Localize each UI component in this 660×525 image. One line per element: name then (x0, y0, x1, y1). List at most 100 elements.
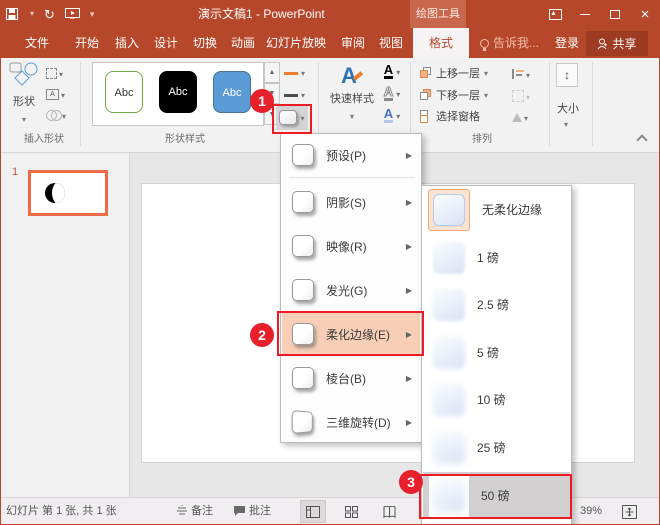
sign-in-button[interactable]: 登录 (546, 28, 588, 58)
submenu-item-2-5pt[interactable]: 2.5 磅 (423, 281, 570, 328)
redo-button[interactable] (44, 8, 55, 21)
edit-shape-button[interactable] (46, 64, 74, 82)
glow-effect-icon (292, 279, 314, 301)
slide-sorter-icon (345, 506, 358, 518)
shapes-icon (9, 62, 39, 88)
shape-outline-button[interactable] (282, 84, 312, 104)
annotation-step-3: 3 (399, 470, 423, 494)
share-button[interactable]: 共享 (586, 31, 648, 56)
selection-pane-button[interactable]: 选择窗格 (420, 108, 480, 124)
rotate-icon (512, 113, 522, 122)
undo-button[interactable] (28, 10, 34, 18)
close-button[interactable] (634, 5, 656, 23)
collapse-ribbon-icon[interactable] (636, 134, 647, 145)
submenu-arrow-icon (406, 374, 412, 383)
tab-design[interactable]: 设计 (144, 28, 188, 58)
preset-effect-icon (292, 144, 314, 166)
person-plus-icon (597, 38, 608, 50)
bevel-effect-icon (292, 367, 314, 389)
menu-item-shadow[interactable]: 阴影(S) (282, 180, 420, 224)
menu-item-reflection[interactable]: 映像(R) (282, 224, 420, 268)
annotation-step-2: 2 (250, 323, 274, 347)
annotation-box-effects-button (272, 104, 312, 134)
reading-view-button[interactable] (376, 500, 402, 523)
shape-style-2[interactable]: Abc (159, 71, 197, 113)
menu-separator (289, 177, 415, 178)
ribbon-display-options-button[interactable] (544, 5, 566, 23)
gallery-scroll-up-button[interactable]: ▲ (264, 62, 280, 83)
submenu-item-1pt[interactable]: 1 磅 (423, 234, 570, 281)
submenu-item-25pt[interactable]: 25 磅 (423, 424, 570, 471)
moon-shape (45, 183, 65, 203)
rotate-button[interactable] (512, 108, 540, 126)
shape-style-3[interactable]: Abc (213, 71, 251, 113)
tab-transitions[interactable]: 切换 (184, 28, 226, 58)
save-icon[interactable] (6, 8, 18, 20)
comments-button[interactable]: 批注 (249, 498, 271, 525)
submenu-item-no-soft-edges[interactable]: 无柔化边缘 (423, 186, 570, 233)
start-slideshow-button[interactable] (65, 8, 80, 20)
submenu-item-5pt[interactable]: 5 磅 (423, 329, 570, 376)
text-box-button[interactable]: A (46, 85, 74, 103)
group-button (512, 87, 540, 105)
lightbulb-icon (480, 39, 489, 48)
shapes-gallery-button[interactable]: 形状 (6, 62, 42, 126)
soft-edge-25pt-icon (433, 432, 465, 464)
annotation-step-1: 1 (250, 89, 274, 113)
no-soft-edges-icon (433, 194, 465, 226)
maximize-button[interactable] (604, 5, 626, 23)
submenu-item-10pt[interactable]: 10 磅 (423, 376, 570, 423)
tell-me-box[interactable]: 告诉我... (480, 28, 539, 58)
slide-thumbnail[interactable] (28, 170, 108, 216)
tab-file[interactable]: 文件 (15, 28, 59, 58)
text-fill-button[interactable]: A (380, 62, 404, 80)
normal-view-icon (306, 506, 320, 518)
shape-fill-button[interactable] (282, 62, 312, 82)
menu-item-preset[interactable]: 预设(P) (282, 136, 420, 174)
size-button[interactable]: ↕ (556, 63, 578, 87)
align-button[interactable] (512, 65, 540, 83)
merge-shapes-button[interactable] (46, 106, 74, 124)
shape-style-1[interactable]: Abc (105, 71, 143, 113)
bring-forward-icon (420, 67, 432, 79)
selection-pane-icon (420, 110, 432, 122)
zoom-level-label[interactable]: 39% (580, 498, 602, 525)
submenu-arrow-icon (406, 286, 412, 295)
menu-item-3d-rotation[interactable]: 三维旋转(D) (282, 400, 420, 444)
shape-fill-icon (284, 70, 298, 75)
group-objects-icon (512, 90, 524, 102)
send-backward-icon (420, 89, 432, 101)
minimize-button[interactable] (574, 5, 596, 23)
text-effects-button[interactable]: A (380, 106, 404, 124)
notes-button[interactable]: 备注 (191, 498, 213, 525)
title-bar: 演示文稿1 - PowerPoint 绘图工具 (0, 0, 660, 28)
tab-insert[interactable]: 插入 (106, 28, 148, 58)
tab-format[interactable]: 格式 (413, 28, 469, 58)
tab-view[interactable]: 视图 (369, 28, 413, 58)
reflection-effect-icon (292, 235, 314, 257)
ribbon-tab-bar: 文件 开始 插入 设计 切换 动画 幻灯片放映 审阅 视图 格式 告诉我... … (0, 28, 660, 58)
slide-sorter-view-button[interactable] (338, 500, 364, 523)
slide-info-label: 幻灯片 第 1 张, 共 1 张 (6, 498, 117, 525)
tab-home[interactable]: 开始 (66, 28, 108, 58)
slide-thumbnail-panel: 1 (0, 153, 130, 497)
quick-styles-button[interactable]: A 快速样式 (326, 62, 378, 124)
text-outline-button[interactable]: A (380, 84, 404, 102)
submenu-arrow-icon (406, 151, 412, 160)
window-title: 演示文稿1 - PowerPoint (198, 0, 348, 28)
bring-forward-button[interactable]: 上移一层 (420, 65, 488, 81)
tab-slideshow[interactable]: 幻灯片放映 (258, 28, 334, 58)
submenu-arrow-icon (406, 418, 412, 427)
customize-qat-button[interactable] (90, 10, 95, 19)
send-backward-button[interactable]: 下移一层 (420, 87, 488, 103)
fit-to-window-icon (622, 505, 637, 519)
menu-item-glow[interactable]: 发光(G) (282, 268, 420, 312)
group-label-insert-shapes: 插入形状 (6, 130, 82, 145)
menu-item-bevel[interactable]: 棱台(B) (282, 356, 420, 400)
reading-view-icon (383, 506, 396, 518)
drawing-tools-context-label: 绘图工具 (410, 0, 466, 28)
3d-rotation-effect-icon (292, 410, 313, 434)
powerpoint-window: 演示文稿1 - PowerPoint 绘图工具 文件 开始 插入 设计 切换 动… (0, 0, 660, 525)
fit-to-window-button[interactable] (618, 500, 640, 523)
normal-view-button[interactable] (300, 500, 326, 523)
